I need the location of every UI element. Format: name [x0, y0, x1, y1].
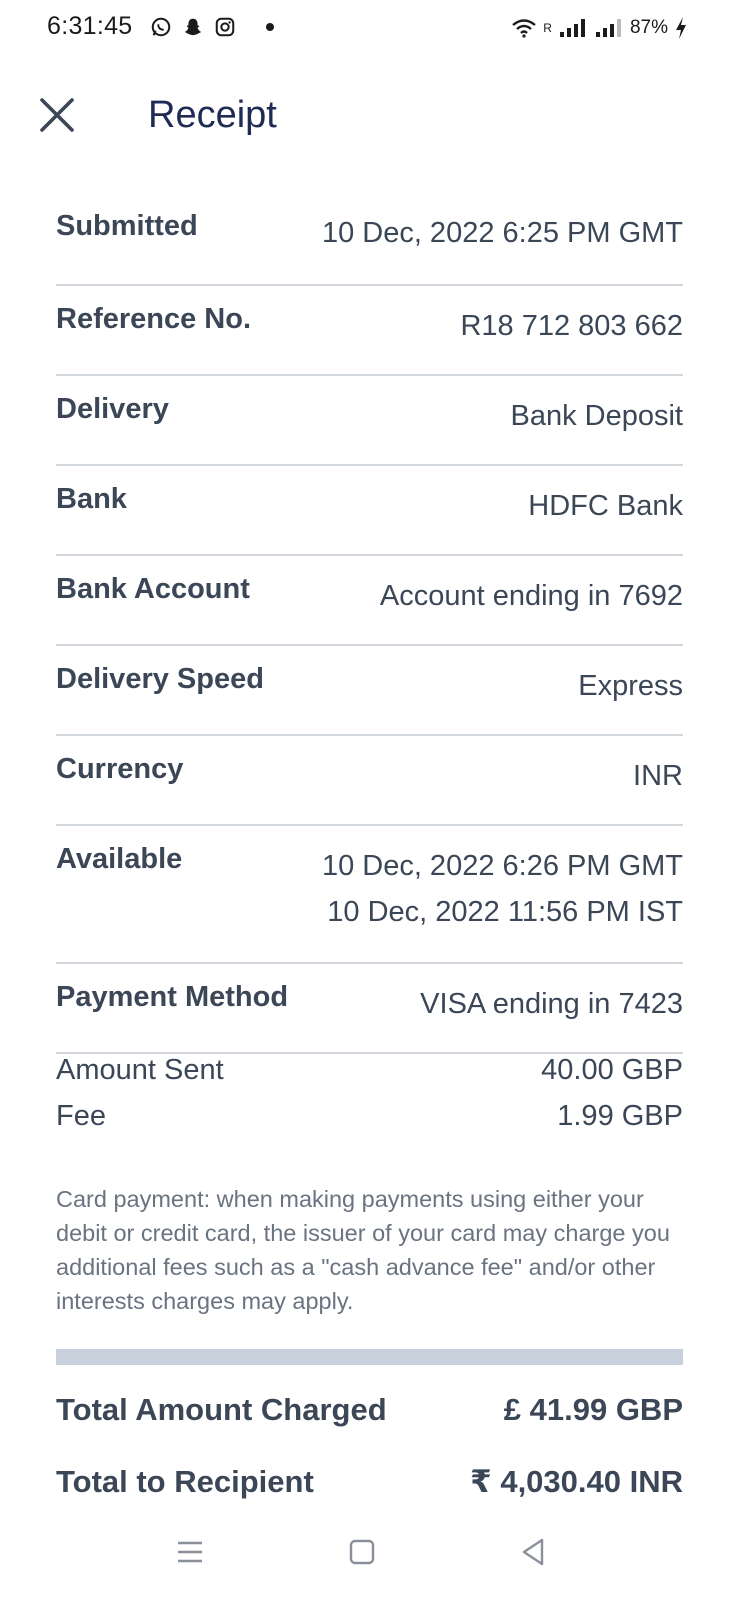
menu-icon[interactable] [170, 1532, 210, 1572]
home-icon[interactable] [342, 1532, 382, 1572]
row-value: HDFC Bank [528, 490, 683, 522]
signal-icon [559, 19, 585, 37]
row-bank-account: Bank Account Account ending in 7692 [56, 556, 683, 646]
status-time: 6:31:45 [47, 12, 133, 40]
instagram-icon [215, 17, 235, 37]
available-ist: 10 Dec, 2022 11:56 PM IST [327, 896, 683, 928]
amount-value: 1.99 GBP [557, 1100, 683, 1132]
row-value: INR [633, 760, 683, 792]
row-value: Account ending in 7692 [379, 580, 683, 612]
total-charged-row: Total Amount Charged £ 41.99 GBP [56, 1392, 683, 1464]
system-nav-bar [0, 1520, 738, 1600]
battery-level: 87% [629, 17, 668, 38]
available-gmt: 10 Dec, 2022 6:26 PM GMT [321, 850, 683, 882]
row-label: Bank Account [56, 573, 250, 605]
header: Receipt [0, 72, 738, 162]
row-delivery: Delivery Bank Deposit [56, 376, 683, 466]
page-title: Receipt [148, 94, 277, 136]
row-label: Delivery Speed [56, 663, 264, 695]
row-delivery-speed: Delivery Speed Express [56, 646, 683, 736]
row-label: Delivery [56, 393, 169, 425]
row-value: VISA ending in 7423 [420, 988, 683, 1020]
row-value: Bank Deposit [510, 400, 684, 432]
snapchat-icon [184, 18, 202, 36]
row-label: Bank [56, 483, 127, 515]
section-divider [56, 1349, 683, 1365]
close-icon[interactable] [36, 94, 78, 136]
total-label: Total Amount Charged [56, 1392, 387, 1427]
row-value: 10 Dec, 2022 6:26 PM GMT 10 Dec, 2022 11… [322, 843, 683, 935]
row-currency: Currency INR [56, 736, 683, 826]
amount-label: Amount Sent [56, 1054, 224, 1086]
amount-value: 40.00 GBP [541, 1054, 683, 1086]
amounts: Amount Sent 40.00 GBP Fee 1.99 GBP [56, 1054, 683, 1146]
amount-sent-row: Amount Sent 40.00 GBP [56, 1054, 683, 1100]
notification-dot-icon [266, 23, 274, 31]
wifi-icon [512, 19, 537, 38]
roaming-label: R [543, 21, 552, 35]
row-payment-method: Payment Method VISA ending in 7423 [56, 964, 683, 1054]
row-available: Available 10 Dec, 2022 6:26 PM GMT 10 De… [56, 826, 683, 964]
receipt-details: Submitted 10 Dec, 2022 6:25 PM GMT Refer… [56, 196, 683, 1054]
total-value: ₹ 4,030.40 INR [470, 1464, 683, 1499]
row-bank: Bank HDFC Bank [56, 466, 683, 556]
signal-icon-2 [595, 19, 621, 37]
notification-icons [150, 16, 274, 38]
total-label: Total to Recipient [56, 1464, 314, 1499]
row-label: Available [56, 843, 183, 875]
total-value: £ 41.99 GBP [503, 1392, 683, 1427]
card-payment-disclaimer: Card payment: when making payments using… [56, 1186, 670, 1314]
back-icon[interactable] [514, 1532, 554, 1572]
row-value: 10 Dec, 2022 6:25 PM GMT [321, 217, 683, 249]
row-label: Payment Method [56, 981, 289, 1013]
row-label: Reference No. [56, 303, 252, 335]
row-reference-no: Reference No. R18 712 803 662 [56, 286, 683, 376]
status-bar: 6:31:45 R 87% [0, 0, 738, 60]
row-submitted: Submitted 10 Dec, 2022 6:25 PM GMT [56, 196, 683, 286]
row-value: Express [578, 670, 683, 702]
row-value: R18 712 803 662 [460, 310, 683, 342]
fee-row: Fee 1.99 GBP [56, 1100, 683, 1146]
system-indicators: R 87% [511, 16, 688, 40]
charging-icon [676, 17, 686, 39]
row-label: Submitted [56, 210, 198, 242]
amount-label: Fee [56, 1100, 106, 1132]
totals: Total Amount Charged £ 41.99 GBP Total t… [56, 1392, 683, 1536]
row-label: Currency [56, 753, 184, 785]
whatsapp-icon [151, 17, 171, 37]
